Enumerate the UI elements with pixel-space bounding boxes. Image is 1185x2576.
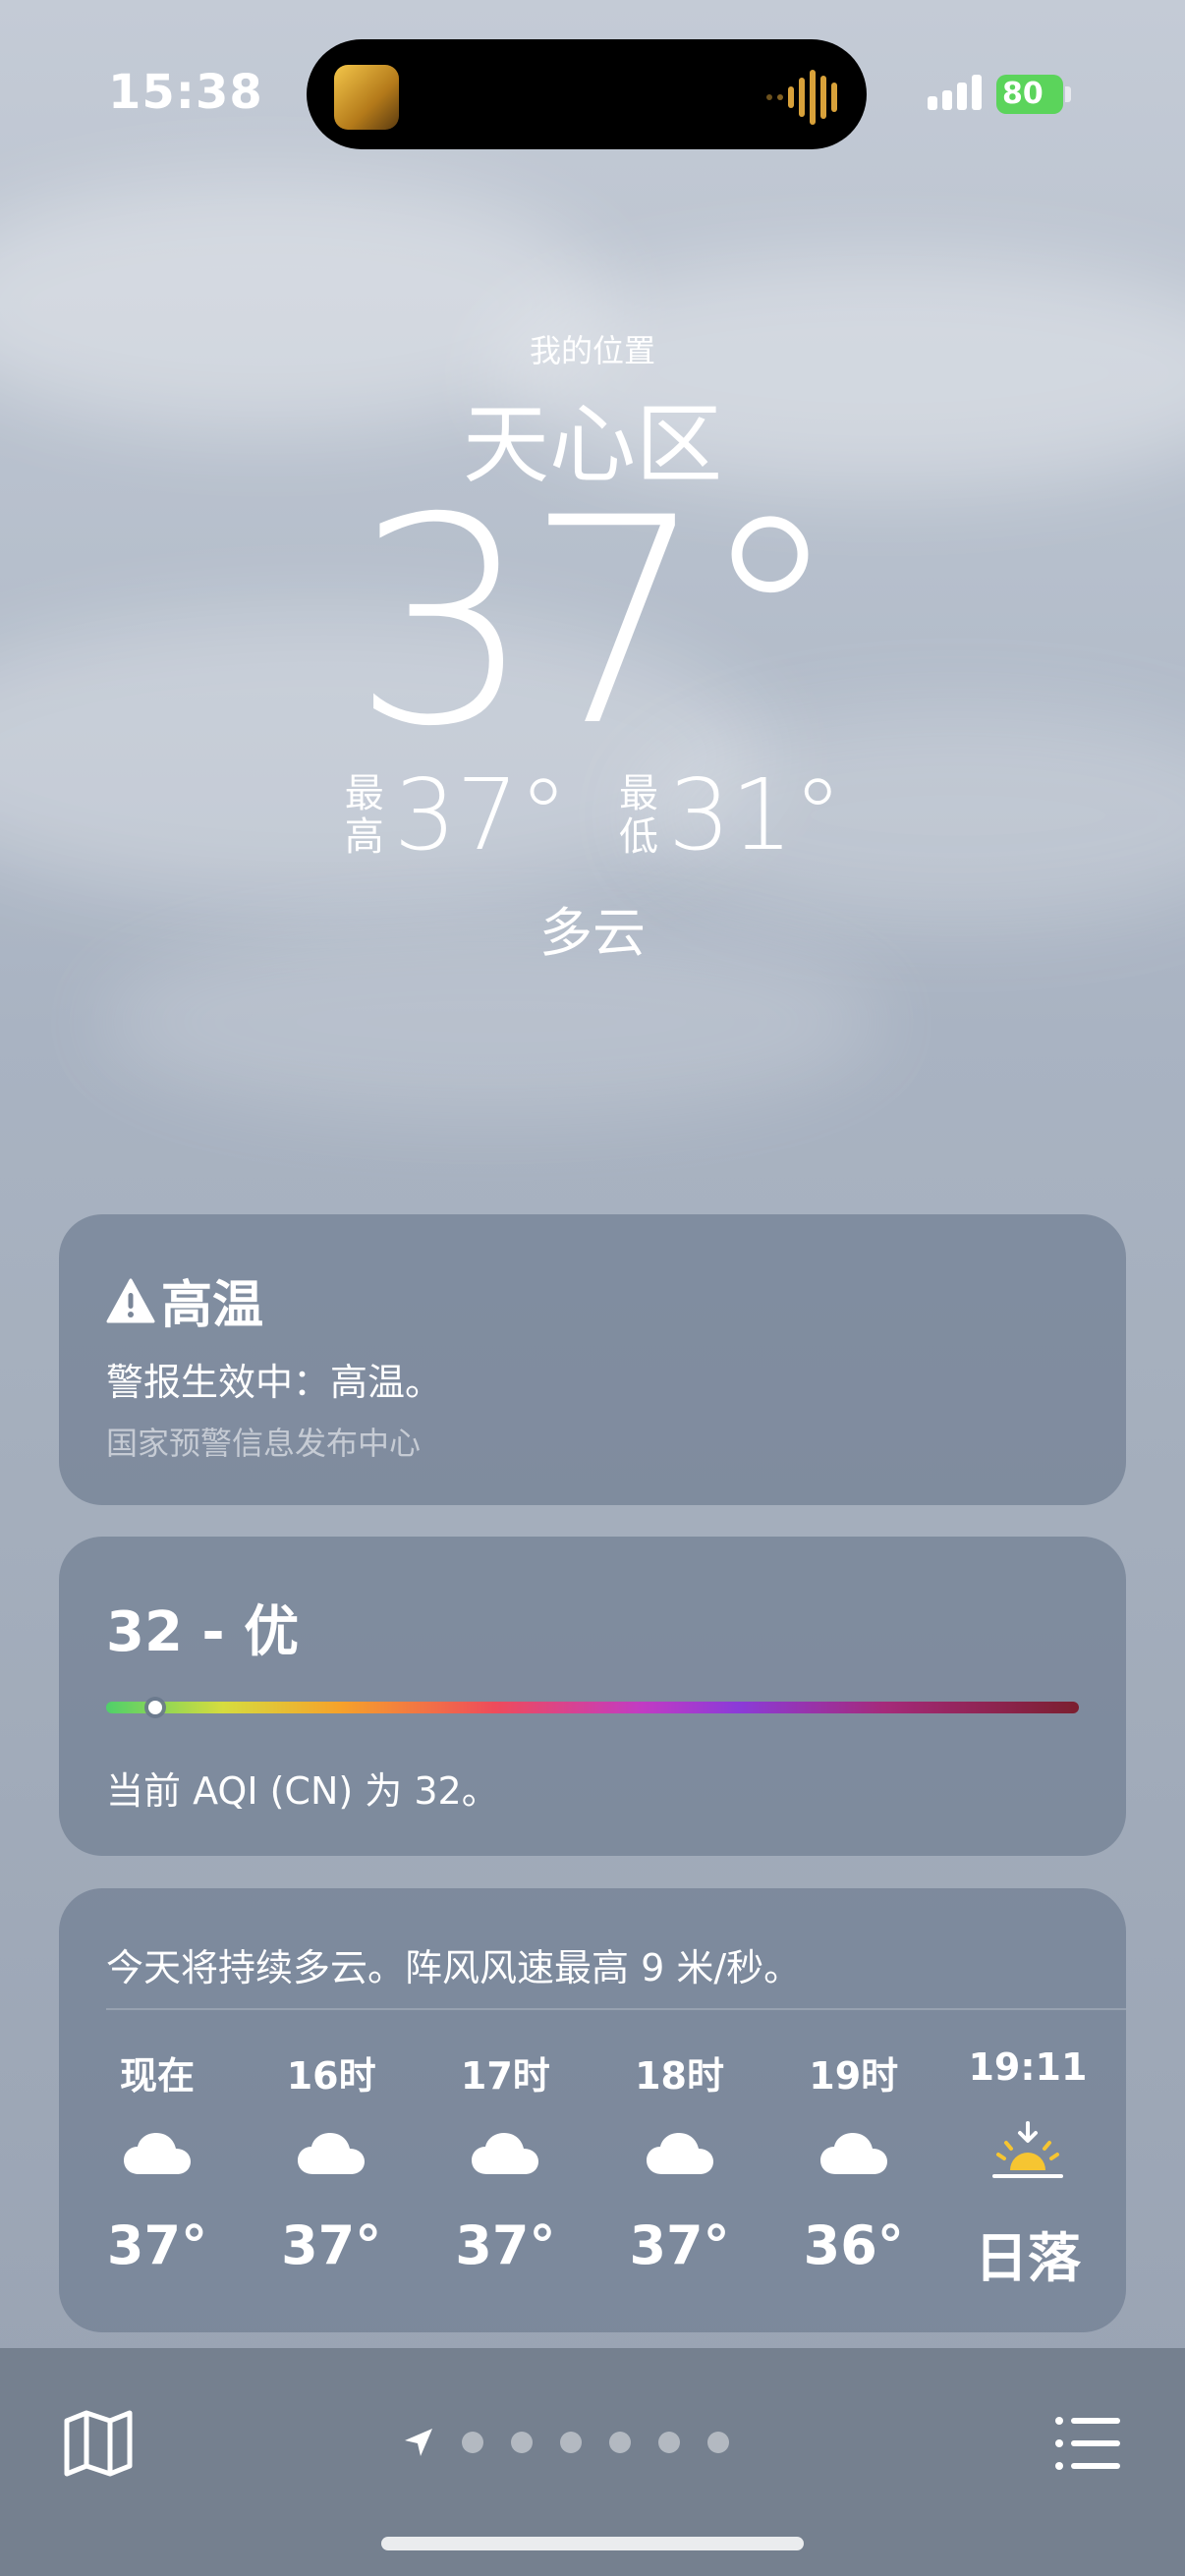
hourly-forecast-item: 18时 37° <box>601 2045 759 2292</box>
hourly-forecast-item: 现在 37° <box>79 2045 236 2292</box>
location-arrow-icon <box>405 2429 432 2456</box>
alert-source: 国家预警信息发布中心 <box>106 1425 422 1462</box>
weather-condition: 多云 <box>539 902 646 964</box>
page-dot[interactable] <box>511 2432 533 2453</box>
aqi-description: 当前 AQI (CN) 为 32。 <box>106 1769 499 1813</box>
high-label: 最高 <box>344 771 384 860</box>
location-label: 我的位置 <box>529 332 655 369</box>
hourly-forecast-item: 19:11 日落 <box>949 2045 1106 2292</box>
dynamic-island[interactable] <box>307 39 867 149</box>
aqi-scale-bar <box>106 1701 1079 1714</box>
low-temp-group: 最低 31° <box>617 766 842 865</box>
sunset-icon <box>949 2104 1106 2203</box>
map-icon[interactable] <box>61 2405 136 2480</box>
audio-waveform-icon <box>766 69 837 126</box>
hour-temp: 37° <box>629 2214 730 2276</box>
low-label: 最低 <box>619 771 658 860</box>
warning-icon <box>106 1278 155 1322</box>
hour-temp: 37° <box>281 2214 382 2276</box>
divider <box>106 2008 1126 2010</box>
hour-label: 16时 <box>286 2054 376 2098</box>
now-playing-artwork <box>334 65 399 130</box>
hourly-forecast-list[interactable]: 现在 37° 16时 37° 17时 37° 18时 37° 19时 36° 19:11 日落 <box>79 2045 1106 2292</box>
high-temp: 37° <box>393 757 568 872</box>
hour-temp: 37° <box>455 2214 556 2276</box>
severe-weather-alert-card[interactable]: 高温 警报生效中：高温。 国家预警信息发布中心 <box>59 1214 1126 1505</box>
current-temperature: 37° <box>351 458 841 789</box>
page-indicator[interactable] <box>403 2427 729 2458</box>
hourly-forecast-item: 16时 37° <box>253 2045 410 2292</box>
home-indicator[interactable] <box>381 2537 804 2550</box>
page-dot[interactable] <box>609 2432 631 2453</box>
hour-temp: 36° <box>803 2214 904 2276</box>
status-time: 15:38 <box>108 65 263 120</box>
battery-indicator: 80 <box>996 75 1063 114</box>
aqi-indicator <box>147 1696 162 1719</box>
hour-temp: 37° <box>106 2214 208 2276</box>
hour-temp: 日落 <box>974 2227 1081 2289</box>
cloud-icon <box>253 2104 410 2203</box>
alert-title-text: 高温 <box>161 1276 264 1335</box>
forecast-summary: 今天将持续多云。阵风风速最高 9 米/秒。 <box>106 1946 802 1989</box>
hour-label: 17时 <box>460 2054 550 2098</box>
list-icon[interactable] <box>1053 2409 1122 2478</box>
low-temp: 31° <box>668 757 843 872</box>
hour-label: 现在 <box>119 2054 195 2098</box>
cloud-icon <box>426 2104 584 2203</box>
cloud-icon <box>601 2104 759 2203</box>
cellular-signal-icon <box>928 75 982 110</box>
alert-message: 警报生效中：高温。 <box>106 1361 443 1404</box>
cloud-icon <box>775 2104 932 2203</box>
high-low-temps: 最高 37° 最低 31° <box>0 766 1185 865</box>
aqi-value: 32 - 优 <box>106 1600 300 1664</box>
hour-label: 18时 <box>635 2054 724 2098</box>
hour-label: 19:11 <box>968 2045 1088 2089</box>
cloud-icon <box>79 2104 236 2203</box>
page-dot[interactable] <box>462 2432 483 2453</box>
hourly-forecast-item: 19时 36° <box>775 2045 932 2292</box>
hourly-forecast-card[interactable]: 今天将持续多云。阵风风速最高 9 米/秒。 现在 37° 16时 37° 17时 37° 1… <box>59 1888 1126 2332</box>
page-dot[interactable] <box>560 2432 582 2453</box>
high-temp-group: 最高 37° <box>343 766 568 865</box>
page-dot[interactable] <box>707 2432 729 2453</box>
page-dot[interactable] <box>658 2432 680 2453</box>
alert-title: 高温 <box>106 1263 263 1337</box>
hourly-forecast-item: 17时 37° <box>426 2045 584 2292</box>
air-quality-card[interactable]: 32 - 优 当前 AQI (CN) 为 32。 <box>59 1537 1126 1856</box>
battery-charging-icon <box>1065 86 1071 102</box>
hour-label: 19时 <box>809 2054 899 2098</box>
battery-level: 80 <box>1002 77 1044 111</box>
